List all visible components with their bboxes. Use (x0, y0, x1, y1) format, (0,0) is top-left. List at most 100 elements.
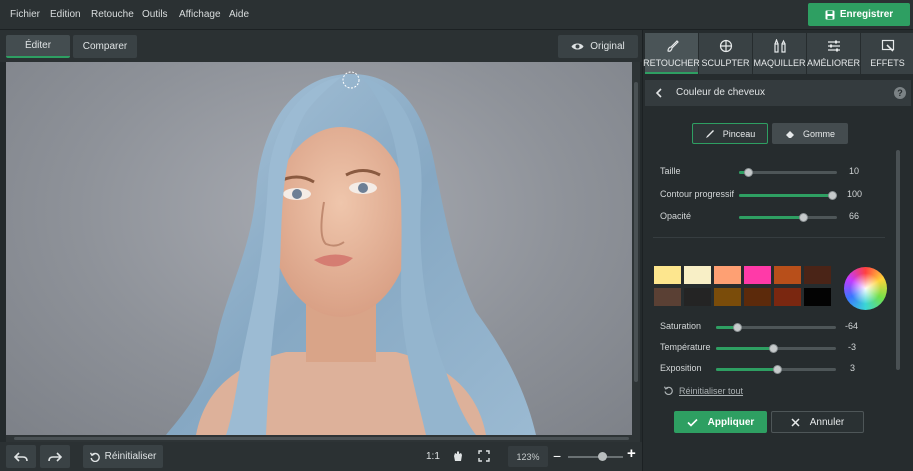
color-swatch[interactable] (684, 288, 711, 306)
actual-size-button[interactable]: 1:1 (426, 451, 440, 462)
temperature-slider-knob[interactable] (769, 344, 778, 353)
menu-edition[interactable]: Edition (50, 9, 81, 20)
save-label: Enregistrer (839, 9, 894, 20)
tab-label: SCULPTER (701, 58, 750, 68)
divider (653, 237, 885, 238)
eraser-icon (785, 130, 794, 138)
brush-label: Pinceau (722, 128, 756, 139)
menu-affichage[interactable]: Affichage (179, 9, 221, 20)
reset-icon (664, 386, 673, 395)
portrait-photo (166, 71, 536, 435)
cancel-label: Annuler (809, 416, 845, 428)
color-swatch[interactable] (804, 288, 831, 306)
color-swatch[interactable] (714, 288, 741, 306)
help-icon[interactable]: ? (894, 87, 906, 99)
tab-label: MAQUILLER (753, 58, 806, 68)
undo-button[interactable] (6, 445, 36, 468)
opacity-slider-knob[interactable] (799, 213, 808, 222)
save-button[interactable]: Enregistrer (808, 3, 910, 26)
save-icon (825, 10, 835, 19)
original-button[interactable]: Original (558, 35, 638, 58)
menu-retouche[interactable]: Retouche (91, 9, 134, 20)
tab-retoucher[interactable]: RETOUCHER (643, 33, 700, 74)
zoom-in-icon[interactable]: + (627, 445, 636, 462)
canvas-horizontal-scrollbar[interactable] (6, 435, 640, 442)
redo-button[interactable] (40, 445, 70, 468)
zoom-slider-knob[interactable] (598, 452, 607, 461)
color-swatch[interactable] (684, 266, 711, 284)
sliders-icon (827, 40, 840, 52)
apply-button[interactable]: Appliquer (674, 411, 767, 433)
menu-outils[interactable]: Outils (142, 9, 168, 20)
size-label: Taille (660, 166, 681, 176)
tab-effets[interactable]: EFFETS (861, 33, 913, 74)
redo-icon (48, 451, 62, 462)
edit-tab-button[interactable]: Éditer (6, 35, 70, 58)
back-arrow-icon[interactable] (655, 88, 662, 98)
exposure-slider-fill (716, 368, 778, 371)
size-slider[interactable] (739, 168, 837, 177)
opacity-value: 66 (849, 211, 860, 221)
eraser-button[interactable]: Gomme (772, 123, 848, 144)
reset-all-label: Réinitialiser tout (679, 386, 744, 396)
eye-icon (571, 43, 584, 50)
size-slider-knob[interactable] (744, 168, 753, 177)
color-wheel[interactable] (844, 267, 887, 310)
magic-wand-icon (881, 39, 894, 52)
saturation-label: Saturation (660, 321, 702, 331)
opacity-slider-fill (739, 216, 804, 219)
saturation-value: -64 (845, 321, 859, 331)
tab-sculpter[interactable]: SCULPTER (699, 33, 752, 74)
zoom-slider[interactable] (568, 456, 623, 458)
reset-button[interactable]: Réinitialiser (83, 445, 163, 468)
feather-slider[interactable] (739, 191, 837, 200)
canvas-vertical-scrollbar[interactable] (632, 62, 640, 435)
brush-icon (705, 129, 714, 138)
check-icon (687, 418, 698, 427)
close-icon (791, 417, 800, 427)
hand-pan-icon[interactable] (452, 450, 464, 462)
tab-maquiller[interactable]: MAQUILLER (753, 33, 806, 74)
brush-retouch-icon (666, 40, 679, 52)
panel-subheader: Couleur de cheveux ? (645, 80, 911, 106)
color-swatch[interactable] (654, 266, 681, 284)
tab-ameliorer[interactable]: AMÉLIORER (807, 33, 860, 74)
saturation-slider[interactable] (716, 323, 836, 332)
zoom-out-icon[interactable]: − (553, 448, 561, 464)
original-label: Original (590, 41, 625, 52)
tab-label: EFFETS (870, 58, 905, 68)
exposure-slider-knob[interactable] (773, 365, 782, 374)
exposure-slider[interactable] (716, 365, 836, 374)
reset-all-link[interactable]: Réinitialiser tout (664, 386, 743, 396)
color-swatch[interactable] (744, 266, 771, 284)
fit-screen-icon[interactable] (478, 450, 490, 462)
bottom-toolbar: Réinitialiser 1:1 123% − + (0, 442, 642, 471)
color-swatch[interactable] (774, 288, 801, 306)
brush-button[interactable]: Pinceau (692, 123, 768, 144)
color-swatch[interactable] (654, 288, 681, 306)
makeup-icon (773, 39, 786, 53)
color-swatch[interactable] (774, 266, 801, 284)
color-swatch[interactable] (804, 266, 831, 284)
compare-tab-button[interactable]: Comparer (73, 35, 137, 58)
color-swatch[interactable] (714, 266, 741, 284)
menu-aide[interactable]: Aide (229, 9, 249, 20)
cancel-button[interactable]: Annuler (771, 411, 864, 433)
menu-fichier[interactable]: Fichier (10, 9, 40, 20)
eraser-label: Gomme (802, 128, 835, 139)
temperature-value: -3 (848, 342, 857, 352)
photo-canvas[interactable] (6, 62, 640, 435)
temperature-slider[interactable] (716, 344, 836, 353)
feather-value: 100 (847, 189, 863, 199)
saturation-slider-knob[interactable] (733, 323, 742, 332)
feather-slider-knob[interactable] (828, 191, 837, 200)
zoom-level[interactable]: 123% (508, 446, 548, 467)
color-swatch[interactable] (744, 288, 771, 306)
canvas-toolbar: Éditer Comparer Original (0, 30, 642, 62)
opacity-slider[interactable] (739, 213, 837, 222)
panel-scrollbar[interactable] (895, 116, 901, 376)
tab-label: AMÉLIORER (807, 58, 861, 68)
menu-bar: Fichier Edition Retouche Outils Affichag… (0, 0, 913, 30)
panel-title: Couleur de cheveux (676, 87, 765, 98)
reset-icon (89, 451, 100, 462)
